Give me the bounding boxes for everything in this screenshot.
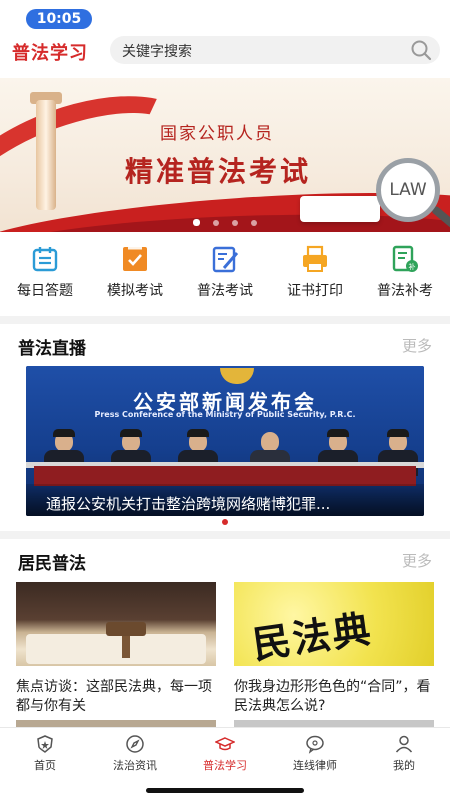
chat-bubble-icon: [306, 735, 324, 754]
carousel-dot[interactable]: [212, 220, 219, 226]
section-title-resident: 居民普法: [18, 554, 86, 574]
compass-icon: [126, 735, 144, 753]
calendar-icon: [32, 247, 58, 272]
graduation-cap-icon: [215, 737, 235, 751]
home-indicator: [146, 788, 304, 793]
tab-law-study[interactable]: 普法学习: [185, 734, 265, 773]
promo-banner[interactable]: 国家公职人员 精准普法考试 LAW: [0, 78, 450, 232]
menu-item-certificate-print[interactable]: 证书打印: [270, 240, 360, 310]
search-placeholder: 关键字搜索: [122, 44, 192, 60]
banner-line1: 国家公职人员: [160, 124, 274, 144]
menu-item-law-exam[interactable]: 普法考试: [180, 240, 270, 310]
open-book: [26, 634, 206, 664]
more-link-resident[interactable]: 更多: [402, 550, 432, 571]
tab-profile[interactable]: 我的: [364, 734, 444, 773]
carousel-dot[interactable]: [192, 219, 200, 226]
menu-label: 普法考试: [197, 283, 253, 299]
quick-menu: 每日答题 模拟考试 普法考试 证书打印 补 普法补考: [0, 240, 450, 310]
edit-paper-icon: [212, 246, 239, 273]
search-icon[interactable]: [410, 39, 432, 61]
live-card-subheading: Press Conference of the Ministry of Publ…: [94, 410, 356, 419]
tab-label: 法治资讯: [113, 759, 157, 772]
home-shield-icon: [37, 735, 53, 753]
article-card[interactable]: 民法典 你我身边形形色色的“合同”，看民法典怎么说?: [234, 582, 434, 716]
press-desk: [34, 466, 416, 486]
article-thumbnail: 民法典: [234, 582, 434, 666]
live-carousel-dot[interactable]: [222, 519, 228, 525]
page-title: 普法学习: [12, 43, 88, 64]
tab-label: 首页: [34, 759, 56, 772]
article-title: 焦点访谈：这部民法典，每一项都与你有关: [16, 679, 212, 714]
tab-home[interactable]: 首页: [5, 734, 85, 773]
menu-item-retake-exam[interactable]: 补 普法补考: [360, 240, 450, 310]
search-input[interactable]: 关键字搜索: [110, 36, 440, 64]
svg-text:补: 补: [409, 262, 416, 271]
status-time: 10:05: [26, 9, 92, 29]
tab-label: 我的: [393, 759, 415, 772]
article-title: 你我身边形形色色的“合同”，看民法典怎么说?: [234, 679, 431, 714]
article-thumbnail: [16, 582, 216, 666]
section-title-live: 普法直播: [18, 339, 86, 359]
live-caption: 通报公安机关打击整治跨境网络赌博犯罪...: [46, 495, 331, 513]
menu-item-mock-exam[interactable]: 模拟考试: [90, 240, 180, 310]
banner-line2: 精准普法考试: [125, 155, 312, 188]
menu-label: 证书打印: [287, 283, 343, 299]
menu-label: 普法补考: [377, 283, 433, 299]
more-link-live[interactable]: 更多: [402, 335, 432, 356]
gavel-icon: [106, 622, 146, 636]
huabiao-pillar: [36, 100, 56, 210]
tab-contact-lawyer[interactable]: 连线律师: [275, 734, 355, 773]
carousel-dot[interactable]: [232, 220, 239, 226]
printer-icon: [303, 245, 327, 272]
live-video-card[interactable]: 公安部新闻发布会 Press Conference of the Ministr…: [26, 366, 424, 516]
civil-code-image-text: 民法典: [250, 606, 375, 666]
retake-exam-icon: 补: [392, 245, 418, 272]
app-screen: 10:05 普法学习 关键字搜索 国家公职人员 精准普法考试 LAW 每日答题 …: [0, 0, 450, 800]
menu-item-daily-quiz[interactable]: 每日答题: [0, 240, 90, 310]
article-card[interactable]: 焦点访谈：这部民法典，每一项都与你有关: [16, 582, 216, 716]
tab-legal-news[interactable]: 法治资讯: [95, 734, 175, 773]
menu-label: 模拟考试: [107, 283, 163, 299]
tab-label: 普法学习: [203, 759, 247, 772]
checklist-icon: [123, 245, 147, 271]
user-icon: [395, 735, 413, 753]
menu-label: 每日答题: [17, 283, 73, 299]
section-divider: [0, 316, 450, 324]
section-divider: [0, 531, 450, 539]
carousel-dots: [0, 211, 450, 226]
tab-label: 连线律师: [293, 759, 337, 772]
